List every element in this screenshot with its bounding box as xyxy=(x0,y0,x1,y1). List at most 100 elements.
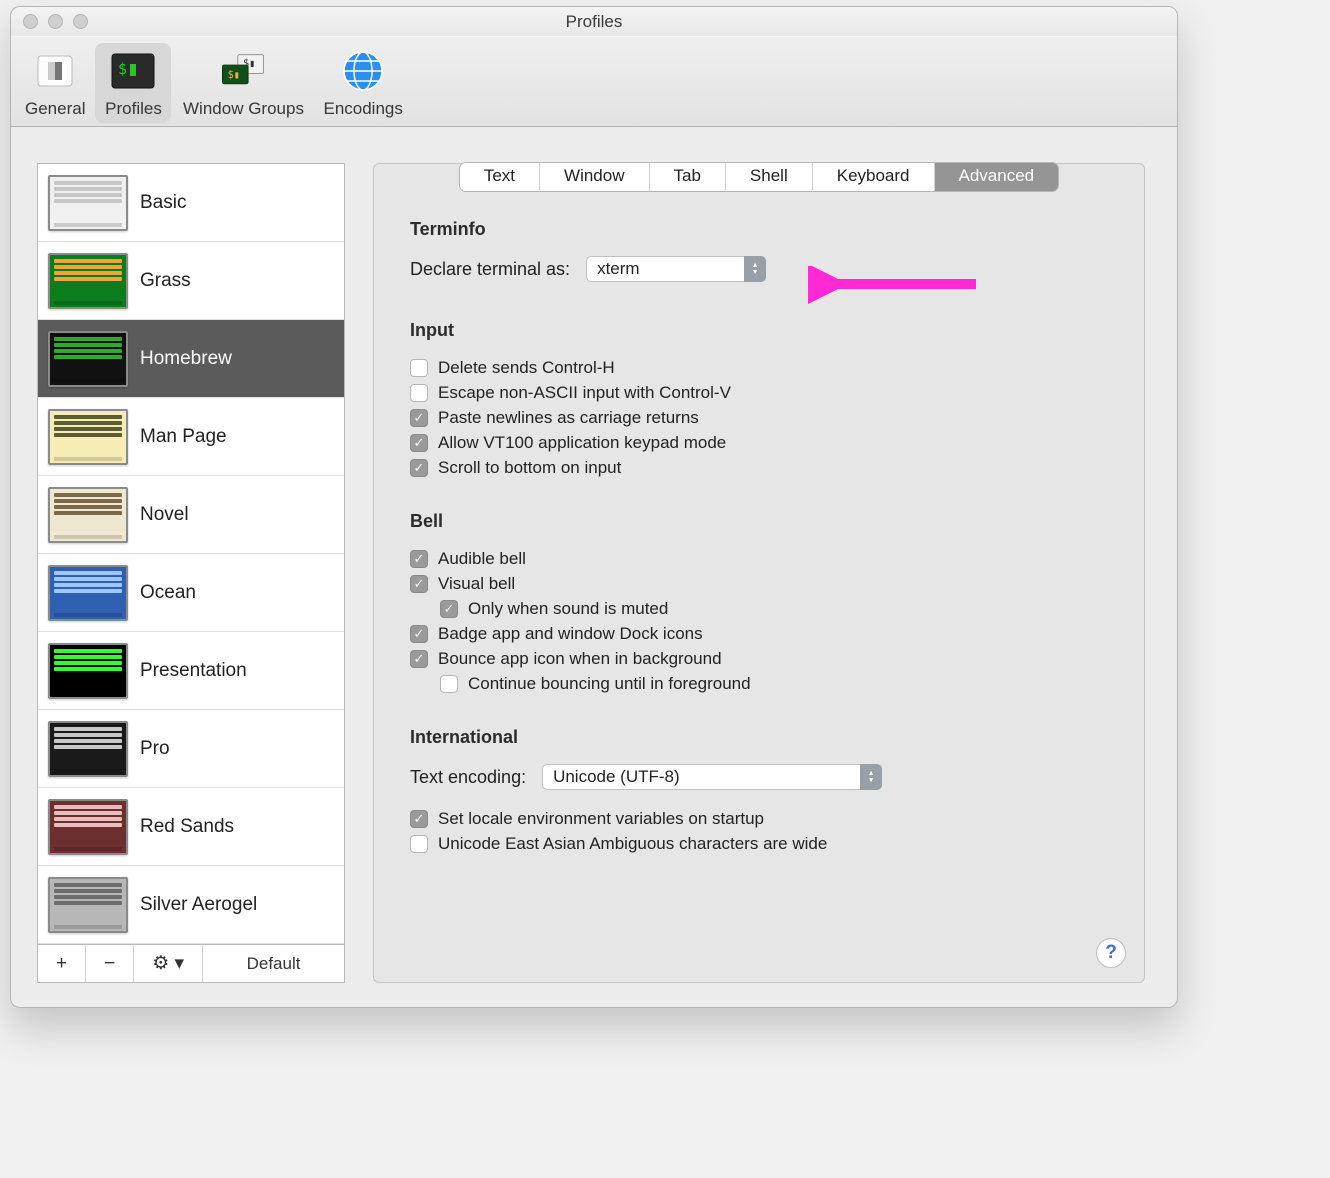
updown-icon: ▲▼ xyxy=(744,256,766,282)
profile-item-label: Presentation xyxy=(140,660,247,682)
profiles-list-footer: + − ⚙︎ ▾ Default xyxy=(37,945,345,983)
checkbox-row-badge_dock: Badge app and window Dock icons xyxy=(410,624,1108,644)
window-title: Profiles xyxy=(11,12,1177,32)
profile-item-novel[interactable]: Novel xyxy=(38,476,344,554)
profile-thumbnail xyxy=(48,565,128,621)
toolbar-window-groups-label: Window Groups xyxy=(183,99,304,119)
declare-terminal-value: xterm xyxy=(586,256,766,282)
profile-thumbnail xyxy=(48,799,128,855)
checkbox-label-only_muted: Only when sound is muted xyxy=(468,599,668,619)
svg-text:$: $ xyxy=(118,60,127,78)
tab-keyboard[interactable]: Keyboard xyxy=(813,163,935,191)
text-encoding-select[interactable]: Unicode (UTF-8) ▲▼ xyxy=(542,764,882,790)
profile-item-label: Novel xyxy=(140,504,189,526)
general-icon xyxy=(31,47,79,95)
preferences-toolbar: General $ Profiles $▮ $▮ Windo xyxy=(11,37,1177,127)
settings-tabs: TextWindowTabShellKeyboardAdvanced xyxy=(460,163,1058,191)
profile-item-pro[interactable]: Pro xyxy=(38,710,344,788)
remove-profile-button[interactable]: − xyxy=(86,945,134,982)
tab-window[interactable]: Window xyxy=(540,163,649,191)
profile-actions-menu[interactable]: ⚙︎ ▾ xyxy=(134,945,203,982)
profile-item-ocean[interactable]: Ocean xyxy=(38,554,344,632)
help-button[interactable]: ? xyxy=(1096,938,1126,968)
checkbox-row-scroll_bottom: Scroll to bottom on input xyxy=(410,458,1108,478)
profile-item-label: Man Page xyxy=(140,426,227,448)
checkbox-set_locale[interactable] xyxy=(410,810,428,828)
checkbox-row-vt100_keypad: Allow VT100 application keypad mode xyxy=(410,433,1108,453)
checkbox-label-delete_ctrl_h: Delete sends Control-H xyxy=(438,358,615,378)
checkbox-escape_nonascii[interactable] xyxy=(410,384,428,402)
checkbox-paste_cr[interactable] xyxy=(410,409,428,427)
checkbox-row-paste_cr: Paste newlines as carriage returns xyxy=(410,408,1108,428)
checkbox-badge_dock[interactable] xyxy=(410,625,428,643)
profile-item-silver-aerogel[interactable]: Silver Aerogel xyxy=(38,866,344,944)
checkbox-delete_ctrl_h[interactable] xyxy=(410,359,428,377)
checkbox-row-only_muted: Only when sound is muted xyxy=(440,599,1108,619)
checkbox-ea_wide[interactable] xyxy=(410,835,428,853)
checkbox-vt100_keypad[interactable] xyxy=(410,434,428,452)
toolbar-window-groups[interactable]: $▮ $▮ Window Groups xyxy=(173,43,313,123)
bell-checkboxes: Audible bell Visual bell Only when sound i… xyxy=(410,544,1108,699)
preferences-window: Profiles General $ Profiles xyxy=(10,6,1178,1008)
section-bell-title: Bell xyxy=(410,511,1108,532)
toolbar-encodings[interactable]: Encodings xyxy=(315,43,410,123)
checkbox-label-vt100_keypad: Allow VT100 application keypad mode xyxy=(438,433,726,453)
tab-shell[interactable]: Shell xyxy=(726,163,813,191)
input-checkboxes: Delete sends Control-H Escape non-ASCII i… xyxy=(410,353,1108,483)
toolbar-general-label: General xyxy=(25,99,85,119)
profile-item-basic[interactable]: Basic xyxy=(38,164,344,242)
toolbar-profiles[interactable]: $ Profiles xyxy=(95,43,171,123)
profile-thumbnail xyxy=(48,877,128,933)
checkbox-label-escape_nonascii: Escape non-ASCII input with Control-V xyxy=(438,383,731,403)
checkbox-row-visual: Visual bell xyxy=(410,574,1108,594)
text-encoding-value: Unicode (UTF-8) xyxy=(542,764,882,790)
checkbox-label-set_locale: Set locale environment variables on star… xyxy=(438,809,764,829)
profile-item-label: Red Sands xyxy=(140,816,234,838)
profile-settings-pane: TextWindowTabShellKeyboardAdvanced Termi… xyxy=(373,163,1145,983)
globe-icon xyxy=(339,47,387,95)
checkbox-label-scroll_bottom: Scroll to bottom on input xyxy=(438,458,621,478)
profile-item-presentation[interactable]: Presentation xyxy=(38,632,344,710)
checkbox-bounce_bg[interactable] xyxy=(410,650,428,668)
checkbox-row-audible: Audible bell xyxy=(410,549,1108,569)
tab-text[interactable]: Text xyxy=(460,163,540,191)
set-default-button[interactable]: Default xyxy=(203,945,344,982)
toolbar-encodings-label: Encodings xyxy=(323,99,402,119)
checkbox-continue_bounce[interactable] xyxy=(440,675,458,693)
checkbox-row-delete_ctrl_h: Delete sends Control-H xyxy=(410,358,1108,378)
checkbox-visual[interactable] xyxy=(410,575,428,593)
window-groups-icon: $▮ $▮ xyxy=(219,47,267,95)
titlebar: Profiles xyxy=(11,7,1177,37)
tab-tab[interactable]: Tab xyxy=(650,163,726,191)
section-international-title: International xyxy=(410,727,1108,748)
profile-item-homebrew[interactable]: Homebrew xyxy=(38,320,344,398)
section-terminfo-title: Terminfo xyxy=(410,219,1108,240)
checkbox-row-continue_bounce: Continue bouncing until in foreground xyxy=(440,674,1108,694)
profiles-list[interactable]: BasicGrassHomebrew Man Page Novel Ocean Pres… xyxy=(37,163,345,945)
updown-icon: ▲▼ xyxy=(860,764,882,790)
toolbar-general[interactable]: General xyxy=(17,43,93,123)
checkbox-row-bounce_bg: Bounce app icon when in background xyxy=(410,649,1108,669)
checkbox-label-paste_cr: Paste newlines as carriage returns xyxy=(438,408,699,428)
profile-thumbnail xyxy=(48,409,128,465)
declare-terminal-label: Declare terminal as: xyxy=(410,259,570,280)
add-profile-button[interactable]: + xyxy=(38,945,86,982)
checkbox-label-visual: Visual bell xyxy=(438,574,515,594)
profile-thumbnail xyxy=(48,643,128,699)
checkbox-scroll_bottom[interactable] xyxy=(410,459,428,477)
terminal-icon: $ xyxy=(109,47,157,95)
profile-item-red-sands[interactable]: Red Sands xyxy=(38,788,344,866)
profile-thumbnail xyxy=(48,721,128,777)
checkbox-label-ea_wide: Unicode East Asian Ambiguous characters … xyxy=(438,834,827,854)
checkbox-row-set_locale: Set locale environment variables on star… xyxy=(410,809,1108,829)
checkbox-label-badge_dock: Badge app and window Dock icons xyxy=(438,624,703,644)
checkbox-audible[interactable] xyxy=(410,550,428,568)
profile-item-man-page[interactable]: Man Page xyxy=(38,398,344,476)
profile-item-grass[interactable]: Grass xyxy=(38,242,344,320)
checkbox-only_muted[interactable] xyxy=(440,600,458,618)
checkbox-label-audible: Audible bell xyxy=(438,549,526,569)
profile-thumbnail xyxy=(48,487,128,543)
checkbox-row-escape_nonascii: Escape non-ASCII input with Control-V xyxy=(410,383,1108,403)
declare-terminal-select[interactable]: xterm ▲▼ xyxy=(586,256,766,282)
tab-advanced[interactable]: Advanced xyxy=(935,163,1059,191)
